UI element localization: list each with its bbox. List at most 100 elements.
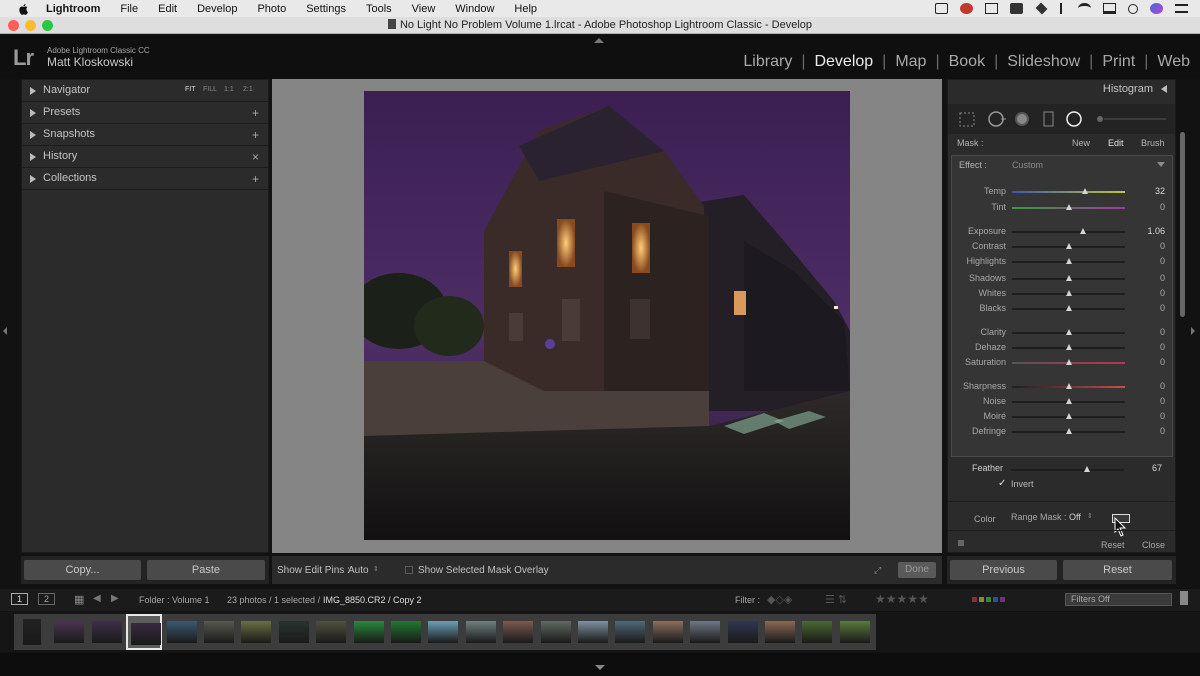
filmstrip-folder[interactable]: Folder : Volume 1 (139, 595, 210, 605)
apple-icon[interactable] (16, 3, 32, 15)
spotlight-icon[interactable] (1128, 3, 1138, 14)
history-header[interactable]: History × (22, 146, 268, 168)
presets-header[interactable]: Presets + (22, 102, 268, 124)
slider-clarity[interactable]: Clarity 0 (952, 326, 1172, 340)
back-arrow-icon[interactable]: ◀ (93, 593, 101, 604)
zoom-2-1[interactable]: 2:1 (243, 86, 253, 93)
slider-sharpness[interactable]: Sharpness 0 (952, 380, 1172, 394)
histogram-header[interactable]: Histogram (948, 80, 1175, 100)
slider-thumb[interactable] (1065, 413, 1072, 419)
slider-saturation[interactable]: Saturation 0 (952, 356, 1172, 370)
slider-value[interactable]: 0 (1160, 357, 1165, 367)
spot-removal-icon[interactable] (988, 111, 1004, 127)
siri-icon[interactable] (1150, 3, 1163, 14)
menu-help[interactable]: Help (514, 3, 537, 15)
zoom-fit[interactable]: FIT (185, 86, 196, 93)
top-panel-toggle-icon[interactable] (594, 38, 604, 43)
module-print[interactable]: Print (1102, 53, 1135, 71)
slider-thumb[interactable] (1065, 344, 1072, 350)
module-map[interactable]: Map (895, 53, 926, 71)
feather-slider[interactable]: Feather 67 (951, 461, 1173, 477)
filmstrip-thumbnail[interactable] (351, 614, 387, 650)
slider-thumb[interactable] (1080, 228, 1087, 234)
slider-noise[interactable]: Noise 0 (952, 395, 1172, 409)
minimize-window-button[interactable] (25, 20, 36, 31)
filmstrip-thumbnail[interactable] (126, 614, 163, 650)
module-book[interactable]: Book (949, 53, 985, 71)
rating-filter-stars[interactable]: ★★★★★ (875, 592, 929, 606)
filmstrip-thumbnail[interactable] (575, 614, 611, 650)
slider-thumb[interactable] (1065, 398, 1072, 404)
reset-button[interactable]: Reset (1063, 560, 1172, 580)
slider-value[interactable]: 0 (1160, 288, 1165, 298)
slider-thumb[interactable] (1082, 188, 1089, 194)
module-library[interactable]: Library (743, 53, 792, 71)
display-icon[interactable] (985, 3, 998, 14)
menu-view[interactable]: View (412, 3, 436, 15)
wifi-icon[interactable] (1078, 3, 1091, 14)
graduated-filter-icon[interactable] (1043, 111, 1054, 127)
zoom-fill[interactable]: FILL (203, 86, 217, 93)
main-window-button[interactable]: 1 (11, 593, 29, 605)
filmstrip-thumbnail[interactable] (538, 614, 574, 650)
slider-whites[interactable]: Whites 0 (952, 287, 1172, 301)
right-panel-scrollbar[interactable] (1180, 132, 1185, 317)
filters-select[interactable]: Filters Off (1065, 593, 1172, 606)
slider-value[interactable]: 32 (1155, 186, 1165, 196)
invert-check-icon[interactable]: ✓ (998, 478, 1006, 489)
second-window-button[interactable]: 2 (38, 593, 56, 605)
filmstrip-thumbnail[interactable] (14, 614, 50, 650)
mask-edit-button[interactable]: Edit (1108, 138, 1124, 148)
creative-cloud-icon[interactable] (960, 3, 973, 14)
filmstrip-thumbnail[interactable] (89, 614, 125, 650)
slider-thumb[interactable] (1065, 329, 1072, 335)
slider-thumb[interactable] (1065, 428, 1072, 434)
slider-thumb[interactable] (1065, 305, 1072, 311)
filmstrip-thumbnail[interactable] (725, 614, 761, 650)
add-snapshot-button[interactable]: + (252, 128, 259, 142)
module-slideshow[interactable]: Slideshow (1007, 53, 1080, 71)
filmstrip-thumbnail[interactable] (612, 614, 648, 650)
range-mask-select[interactable]: Off (1069, 512, 1081, 522)
feather-thumb[interactable] (1083, 466, 1090, 472)
screen-record-icon[interactable] (935, 3, 948, 14)
flag-filter-icons[interactable]: ◆◇◈ (767, 593, 792, 606)
slider-moir[interactable]: Moiré 0 (952, 410, 1172, 424)
filmstrip-toggle-icon[interactable] (595, 665, 605, 670)
filmstrip-thumbnail[interactable] (51, 614, 87, 650)
panel-switch-icon[interactable] (958, 540, 964, 546)
grid-view-icon[interactable]: ▦ (74, 593, 84, 606)
zoom-1-1[interactable]: 1:1 (224, 86, 234, 93)
slider-temp[interactable]: Temp 32 (952, 185, 1172, 199)
slider-value[interactable]: 0 (1160, 327, 1165, 337)
slider-value[interactable]: 0 (1160, 202, 1165, 212)
mask-new-button[interactable]: New (1072, 138, 1090, 148)
edit-filter-icons[interactable]: ☰ ⇅ (825, 593, 847, 606)
filmstrip-thumbnail[interactable] (799, 614, 835, 650)
filmstrip-thumbnail[interactable] (650, 614, 686, 650)
mask-overlay-checkbox[interactable] (405, 566, 413, 574)
slider-value[interactable]: 0 (1160, 241, 1165, 251)
module-web[interactable]: Web (1157, 53, 1190, 71)
forward-arrow-icon[interactable]: ▶ (111, 593, 119, 604)
filmstrip-thumbnail[interactable] (276, 614, 312, 650)
filmstrip-thumbnail[interactable] (687, 614, 723, 650)
slider-tint[interactable]: Tint 0 (952, 201, 1172, 215)
filmstrip-thumbnail[interactable] (762, 614, 798, 650)
slider-value[interactable]: 0 (1160, 303, 1165, 313)
effect-preset-select[interactable]: Custom (1012, 160, 1043, 170)
slider-value[interactable]: 0 (1160, 342, 1165, 352)
filmstrip-thumbnail[interactable] (164, 614, 200, 650)
notification-center-icon[interactable] (1175, 4, 1188, 13)
previous-button[interactable]: Previous (950, 560, 1057, 580)
filmstrip-thumbnail[interactable] (201, 614, 237, 650)
menu-file[interactable]: File (120, 3, 138, 15)
mask-close-button[interactable]: Close (1142, 540, 1165, 550)
slider-track[interactable] (1012, 231, 1125, 233)
toolbar-options-icon[interactable]: ⤢ (874, 565, 881, 576)
feather-value[interactable]: 67 (1152, 463, 1162, 473)
slider-value[interactable]: 0 (1160, 273, 1165, 283)
red-eye-icon[interactable] (1015, 112, 1029, 126)
slider-value[interactable]: 0 (1160, 256, 1165, 266)
slider-thumb[interactable] (1065, 243, 1072, 249)
